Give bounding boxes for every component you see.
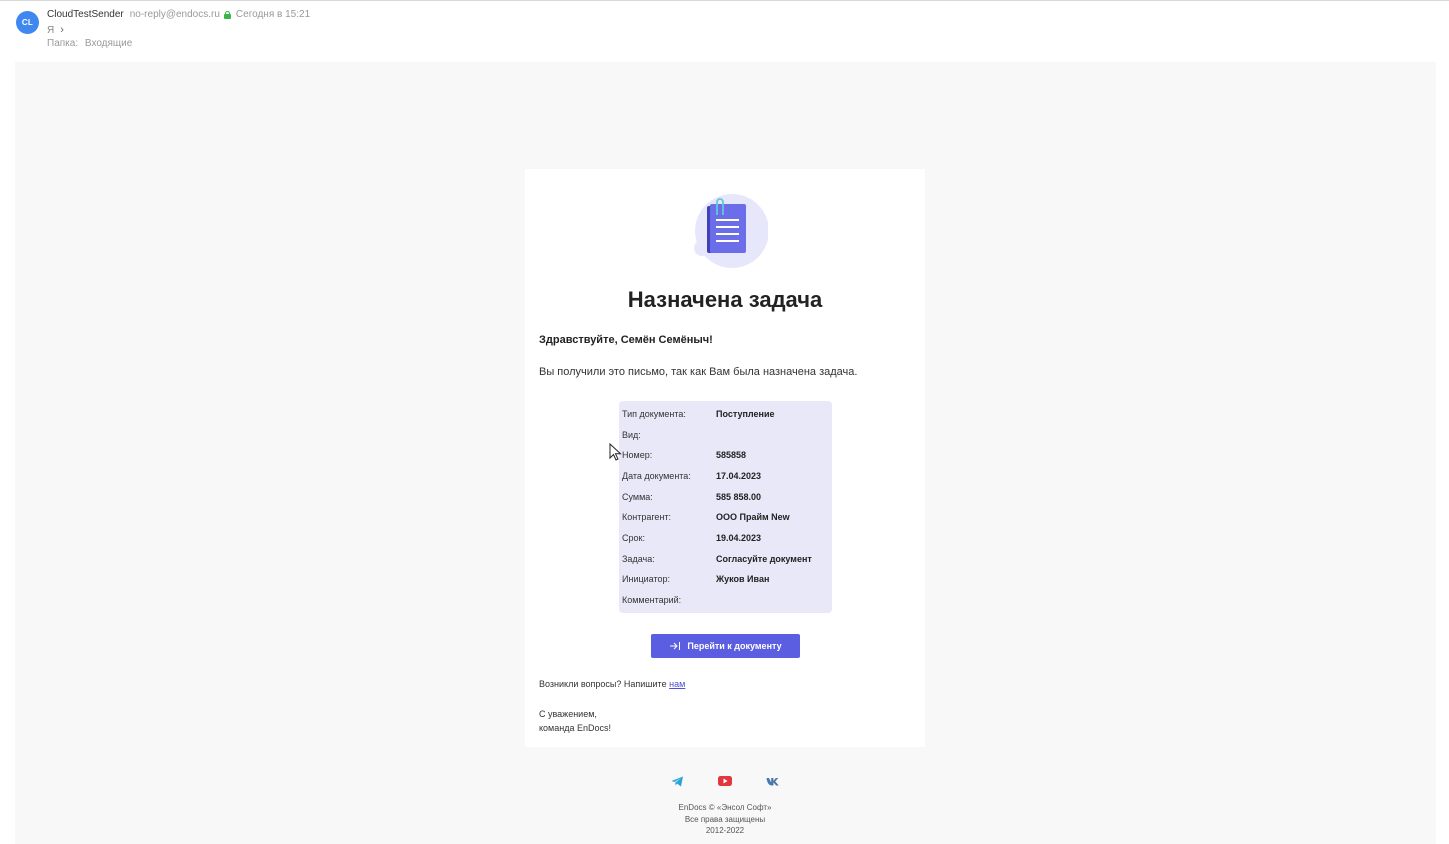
detail-value: Поступление <box>716 409 775 419</box>
email-card: Назначена задача Здравствуйте, Семён Сем… <box>525 169 925 747</box>
detail-row-comment: Комментарий: <box>622 590 716 610</box>
chevron-right-icon[interactable]: › <box>60 24 64 36</box>
sender-email[interactable]: no-reply@endocs.ru <box>130 9 220 20</box>
detail-label: Вид: <box>622 430 641 440</box>
footer-rights: Все права защищены <box>684 814 766 824</box>
top-divider <box>0 0 1449 3</box>
detail-row-number: Номер: 585858 <box>622 445 746 465</box>
detail-value: 17.04.2023 <box>716 471 762 481</box>
arrow-right-icon <box>670 642 681 650</box>
open-document-button[interactable]: Перейти к документу <box>651 634 800 658</box>
contact-us-link[interactable]: нам <box>669 679 685 689</box>
detail-row-initiator: Инициатор: Жуков Иван <box>622 569 769 589</box>
questions-prefix: Возникли вопросы? Напишите <box>539 679 667 689</box>
detail-row-doc-type: Тип документа: Поступление <box>622 404 775 424</box>
detail-row-doc-date: Дата документа: 17.04.2023 <box>622 466 761 486</box>
footer: EnDocs © «Энсол Софт» Все права защищены… <box>625 802 825 837</box>
detail-label: Номер: <box>622 450 653 460</box>
folder-value[interactable]: Входящие <box>85 38 132 49</box>
task-details-table: Тип документа: Поступление Вид: Номер: 5… <box>619 401 832 613</box>
signature-line-2: команда EnDocs! <box>539 723 611 733</box>
detail-row-deadline: Срок: 19.04.2023 <box>622 528 761 548</box>
detail-label: Сумма: <box>622 492 653 502</box>
intro-text: Вы получили это письмо, так как Вам была… <box>539 366 858 378</box>
detail-value: 19.04.2023 <box>716 533 762 543</box>
mouse-cursor-icon <box>609 443 622 461</box>
signature: С уважением, команда EnDocs! <box>539 707 611 735</box>
detail-row-task: Задача: Согласуйте документ <box>622 549 812 569</box>
message-date: Сегодня в 15:21 <box>235 9 311 20</box>
lock-icon <box>223 10 231 19</box>
telegram-icon[interactable] <box>668 772 686 790</box>
questions-text: Возникли вопросы? Напишите нам <box>539 679 685 689</box>
greeting: Здравствуйте, Семён Семёныч! <box>539 334 713 346</box>
footer-copyright: EnDocs © «Энсол Софт» <box>678 803 772 812</box>
signature-line-1: С уважением, <box>539 709 597 719</box>
recipient-name[interactable]: Я <box>47 25 54 36</box>
detail-label: Срок: <box>622 533 645 543</box>
detail-label: Инициатор: <box>622 574 670 584</box>
detail-value: Согласуйте документ <box>716 554 812 564</box>
folder-line: Папка: Входящие <box>47 38 132 49</box>
folder-label: Папка: <box>47 38 79 49</box>
detail-row-kind: Вид: <box>622 425 716 445</box>
sender-line: CloudTestSender no-reply@endocs.ru Сегод… <box>47 9 310 20</box>
footer-years: 2012-2022 <box>705 826 745 835</box>
detail-label: Задача: <box>622 554 655 564</box>
detail-label: Контрагент: <box>622 512 672 522</box>
detail-row-amount: Сумма: 585 858.00 <box>622 487 761 507</box>
vk-icon[interactable] <box>764 772 782 790</box>
detail-label: Тип документа: <box>622 409 686 419</box>
detail-row-counterparty: Контрагент: ООО Прайм New <box>622 507 790 527</box>
detail-label: Комментарий: <box>622 595 682 605</box>
detail-value: 585 858.00 <box>716 492 762 502</box>
sender-avatar[interactable]: CL <box>16 11 39 34</box>
detail-value: ООО Прайм New <box>716 512 790 522</box>
email-title: Назначена задача <box>627 287 823 312</box>
youtube-icon[interactable] <box>716 772 734 790</box>
open-document-label: Перейти к документу <box>687 641 782 651</box>
recipient-line[interactable]: Я › <box>47 24 64 36</box>
detail-value: 585858 <box>716 450 747 460</box>
sender-name[interactable]: CloudTestSender <box>47 9 124 20</box>
document-clip-icon <box>694 194 768 268</box>
detail-label: Дата документа: <box>622 471 691 481</box>
detail-value: Жуков Иван <box>716 574 770 584</box>
